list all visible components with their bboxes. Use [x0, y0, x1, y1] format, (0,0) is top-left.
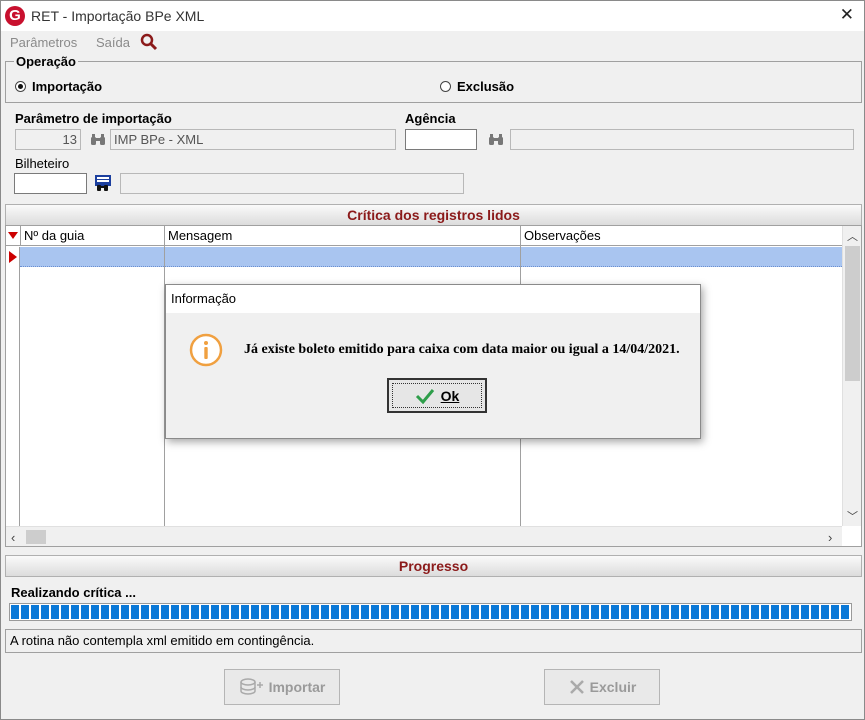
dialog-title: Informação — [166, 285, 700, 313]
vertical-scrollbar[interactable]: ︿ ﹀ — [842, 226, 861, 526]
radio-exclusao-label: Exclusão — [457, 79, 515, 94]
vertical-scroll-thumb[interactable] — [845, 246, 860, 381]
operacao-label: Operação — [14, 54, 78, 69]
scroll-right-icon[interactable]: › — [828, 530, 832, 545]
column-header-mensagem[interactable]: Mensagem — [164, 226, 521, 246]
excluir-button[interactable]: Excluir — [544, 669, 660, 705]
row-indicator-column — [6, 247, 20, 527]
scroll-up-icon[interactable]: ︿ — [847, 228, 858, 244]
radio-importacao-label: Importação — [32, 79, 103, 94]
main-window: G RET - Importação BPe XML ✕ Parâmetros … — [0, 0, 865, 720]
sort-desc-icon[interactable] — [8, 232, 18, 240]
close-icon[interactable]: ✕ — [840, 5, 854, 25]
progresso-header: Progresso — [5, 555, 862, 577]
current-row-icon — [9, 251, 17, 263]
horizontal-scrollbar[interactable]: ‹ › — [6, 526, 842, 546]
radio-importacao-dot — [15, 81, 26, 92]
binoculars-icon[interactable] — [89, 131, 107, 149]
progress-bar — [9, 603, 852, 621]
status-bar: A rotina não contempla xml emitido em co… — [5, 629, 862, 653]
agencia-code-field[interactable] — [405, 129, 477, 150]
progress-fill — [11, 605, 850, 619]
parametro-label: Parâmetro de importação — [15, 111, 172, 126]
focus-outline — [392, 383, 482, 408]
parametro-code-field[interactable]: 13 — [15, 129, 81, 150]
dialog-message: Já existe boleto emitido para caixa com … — [244, 342, 680, 357]
dialog-body: Já existe boleto emitido para caixa com … — [166, 313, 700, 438]
info-dialog: Informação Já existe boleto emitido para… — [165, 284, 701, 439]
progress-label: Realizando crítica ... — [11, 585, 136, 600]
search-list-icon[interactable] — [94, 174, 112, 192]
scroll-down-icon[interactable]: ﹀ — [847, 508, 858, 524]
column-header-guia[interactable]: Nº da guia — [20, 226, 165, 246]
horizontal-scroll-thumb[interactable] — [26, 530, 46, 544]
radio-exclusao[interactable]: Exclusão — [440, 79, 514, 94]
importar-button[interactable]: Importar — [224, 669, 340, 705]
operacao-group: Operação Importação Exclusão — [5, 54, 862, 103]
column-header-observacoes[interactable]: Observações — [520, 226, 842, 246]
binoculars-icon[interactable] — [487, 131, 505, 149]
excluir-label: Excluir — [589, 679, 637, 695]
menu-bar: Parâmetros Saída — [1, 31, 864, 53]
title-bar: G RET - Importação BPe XML ✕ — [1, 1, 864, 31]
delete-x-icon — [569, 680, 584, 694]
agencia-name-field[interactable] — [510, 129, 854, 150]
menu-parametros[interactable]: Parâmetros — [10, 35, 77, 50]
window-title: RET - Importação BPe XML — [31, 8, 205, 24]
critica-header: Crítica dos registros lidos — [5, 204, 862, 226]
bilheteiro-code-field[interactable] — [14, 173, 87, 194]
parametro-description-field[interactable]: IMP BPe - XML — [110, 129, 396, 150]
agencia-label: Agência — [405, 111, 456, 126]
table-row[interactable] — [20, 247, 842, 267]
bilheteiro-name-field[interactable] — [120, 173, 464, 194]
search-icon[interactable] — [140, 33, 158, 51]
grid-header: Nº da guia Mensagem Observações — [6, 226, 842, 246]
info-icon — [189, 333, 223, 367]
menu-saida[interactable]: Saída — [96, 35, 130, 50]
app-logo-icon: G — [5, 6, 25, 26]
radio-importacao[interactable]: Importação — [15, 79, 102, 94]
importar-label: Importar — [268, 679, 326, 695]
database-import-icon — [239, 678, 263, 695]
bilheteiro-label: Bilheteiro — [15, 156, 70, 171]
ok-button[interactable]: Ok — [387, 378, 487, 413]
radio-exclusao-dot — [440, 81, 451, 92]
scroll-left-icon[interactable]: ‹ — [11, 530, 15, 545]
